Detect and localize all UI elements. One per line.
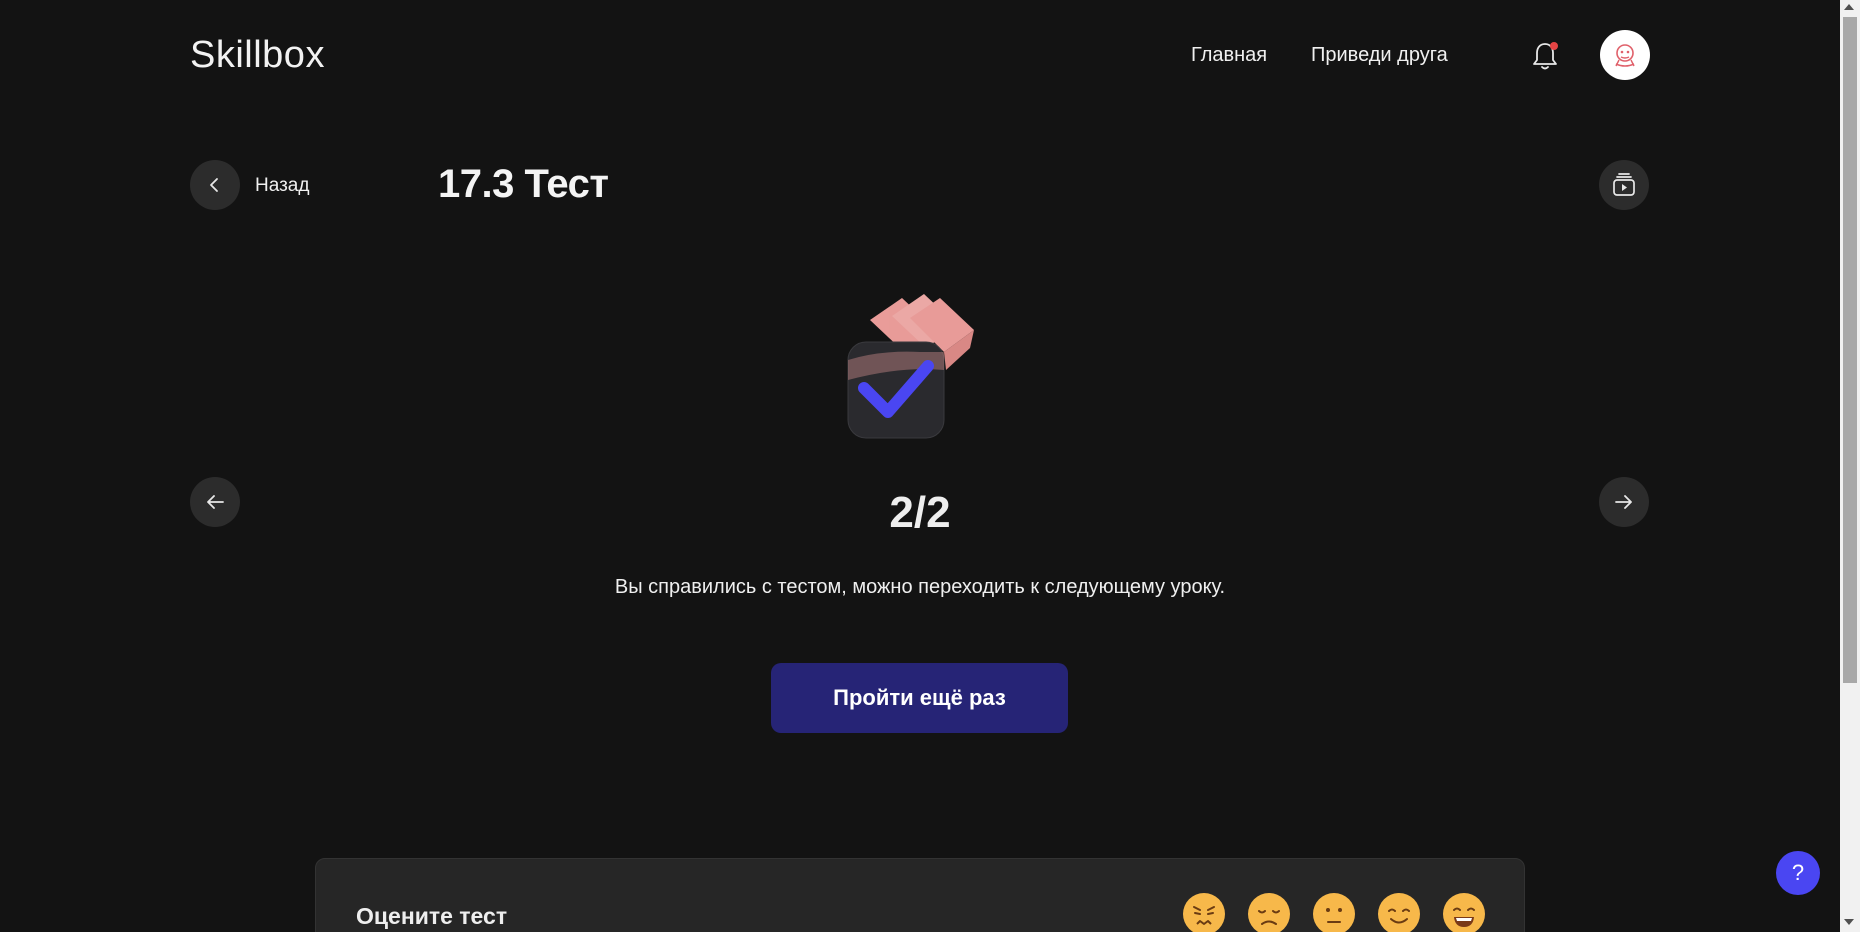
- neutral-face-icon[interactable]: [1313, 893, 1355, 932]
- video-materials-button[interactable]: [1599, 160, 1649, 210]
- angry-face-icon[interactable]: [1183, 893, 1225, 932]
- user-avatar[interactable]: [1600, 30, 1650, 80]
- test-score: 2/2: [889, 488, 951, 537]
- result-message: Вы справились с тестом, можно переходить…: [614, 576, 1226, 598]
- retry-test-button[interactable]: Пройти ещё раз: [771, 663, 1068, 733]
- grinning-face-icon[interactable]: [1443, 893, 1485, 932]
- smiling-face-icon[interactable]: [1378, 893, 1420, 932]
- notifications-bell-icon[interactable]: [1530, 40, 1560, 72]
- help-button[interactable]: ?: [1776, 851, 1820, 895]
- scroll-down-arrow-icon[interactable]: [1844, 919, 1854, 925]
- scrollbar-thumb[interactable]: [1843, 17, 1857, 683]
- nav-link-home[interactable]: Главная: [1191, 44, 1267, 67]
- avatar-face-icon: [1615, 44, 1635, 67]
- page-title: 17.3 Тест: [438, 162, 609, 206]
- scroll-up-arrow-icon[interactable]: [1844, 4, 1854, 10]
- back-label[interactable]: Назад: [255, 175, 309, 197]
- test-complete-illustration: [840, 290, 1010, 440]
- skillbox-logo[interactable]: Skillbox: [190, 34, 325, 77]
- chevron-left-icon: [210, 178, 218, 192]
- notification-dot: [1550, 42, 1558, 50]
- rating-label: Оцените тест: [356, 903, 508, 929]
- sad-face-icon[interactable]: [1248, 893, 1290, 932]
- video-playlist-icon: [1613, 173, 1635, 196]
- back-button[interactable]: [190, 160, 240, 210]
- nav-link-refer-friend[interactable]: Приведи друга: [1311, 44, 1448, 67]
